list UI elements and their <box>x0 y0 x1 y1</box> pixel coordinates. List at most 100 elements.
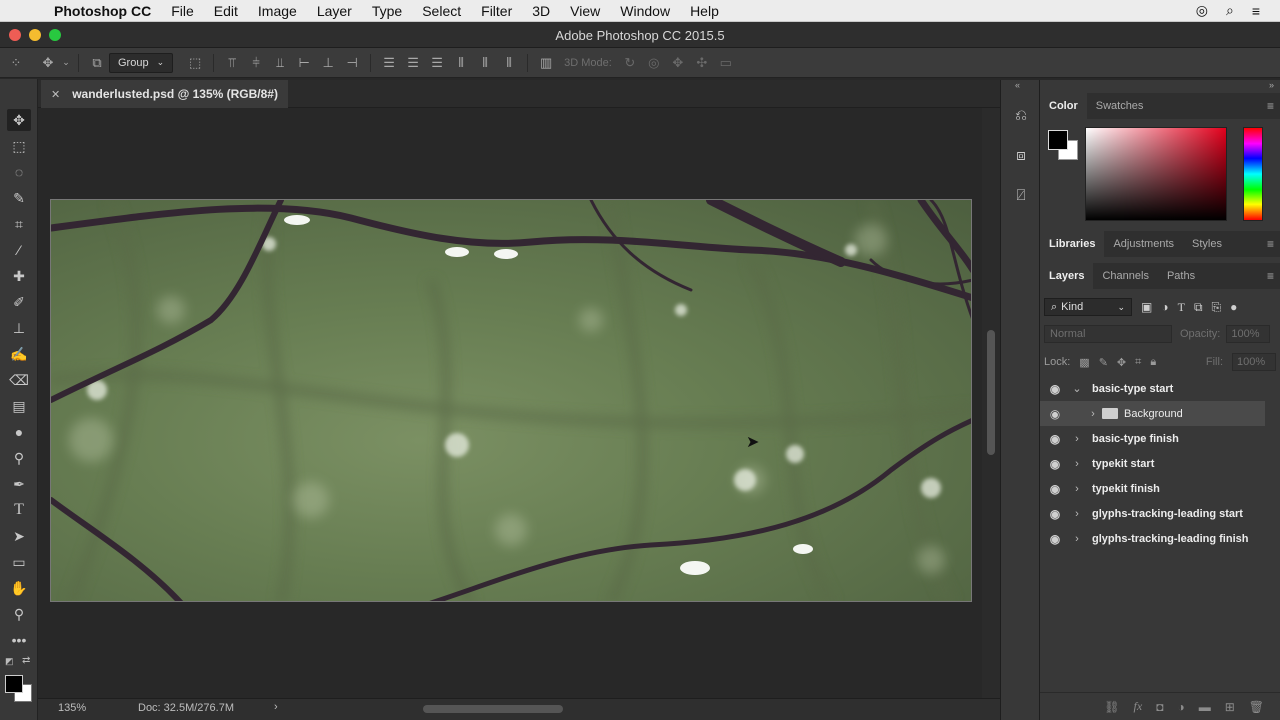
chevron-right-icon[interactable]: › <box>1070 433 1084 445</box>
roll-3d-icon[interactable]: ◎ <box>642 55 666 71</box>
menu-window[interactable]: Window <box>620 3 670 19</box>
chevron-down-icon[interactable]: ⌄ <box>60 57 72 68</box>
healing-brush-tool-icon[interactable]: ✚ <box>7 265 31 287</box>
dodge-tool-icon[interactable]: ⚲ <box>7 447 31 469</box>
menu-layer[interactable]: Layer <box>317 3 352 19</box>
creative-cloud-icon[interactable]: ◎ <box>1196 2 1208 19</box>
layer-row[interactable]: ◉ ⌄ basic-type start <box>1040 376 1265 401</box>
type-filter-icon[interactable]: T <box>1178 300 1185 315</box>
add-mask-icon[interactable]: ◘ <box>1156 700 1163 714</box>
chevron-right-icon[interactable]: › <box>1070 508 1084 520</box>
more-tools-icon[interactable]: ••• <box>7 629 31 651</box>
document-tab[interactable]: ✕ wanderlusted.psd @ 135% (RGB/8#) <box>41 80 288 108</box>
status-menu-icon[interactable]: › <box>274 701 278 713</box>
link-layers-icon[interactable]: ⛓︎ <box>1104 700 1119 714</box>
chevron-right-icon[interactable]: › <box>1070 483 1084 495</box>
tab-adjustments[interactable]: Adjustments <box>1104 231 1183 257</box>
tab-styles[interactable]: Styles <box>1183 231 1231 257</box>
layer-row[interactable]: ◉ › Background <box>1040 401 1265 426</box>
visibility-eye-icon[interactable]: ◉ <box>1040 457 1070 471</box>
default-colors-icon[interactable]: ◩ <box>5 656 14 667</box>
history-brush-tool-icon[interactable]: ✍ <box>7 343 31 365</box>
distribute-hcenter-icon[interactable]: ⫴ <box>473 55 497 71</box>
hue-slider[interactable] <box>1243 127 1263 221</box>
opacity-field[interactable]: 100% <box>1226 325 1271 343</box>
distribute-left-icon[interactable]: ⫴ <box>449 55 473 71</box>
foreground-color-swatch[interactable] <box>1048 130 1068 150</box>
lock-all-icon[interactable]: 🔒︎ <box>1150 356 1156 369</box>
foreground-color-swatch[interactable] <box>5 675 23 693</box>
lock-position-icon[interactable]: ✥ <box>1117 356 1126 369</box>
move-tool-icon[interactable]: ✥ <box>7 109 31 131</box>
chevron-right-icon[interactable]: › <box>1086 408 1100 420</box>
lock-pixels-icon[interactable]: ✎ <box>1099 356 1108 369</box>
new-layer-icon[interactable]: ⊞ <box>1225 700 1235 714</box>
menu-edit[interactable]: Edit <box>214 3 238 19</box>
layer-row[interactable]: ◉ › basic-type finish <box>1040 426 1265 451</box>
visibility-eye-icon[interactable]: ◉ <box>1040 482 1070 496</box>
character-panel-icon[interactable]: ⍁ <box>1009 184 1033 208</box>
delete-layer-icon[interactable]: 🗑︎ <box>1249 700 1264 714</box>
blend-mode-dropdown[interactable]: Normal <box>1044 325 1172 343</box>
menu-type[interactable]: Type <box>372 3 402 19</box>
history-panel-icon[interactable]: ⎌ <box>1009 104 1033 128</box>
vertical-scroll-thumb[interactable] <box>987 330 995 455</box>
document-canvas-image[interactable] <box>50 199 972 602</box>
menu-file[interactable]: File <box>171 3 194 19</box>
clone-stamp-tool-icon[interactable]: ⊥ <box>7 317 31 339</box>
drag-3d-icon[interactable]: ✥ <box>666 55 690 71</box>
zoom-tool-icon[interactable]: ⚲ <box>7 603 31 625</box>
distribute-top-icon[interactable]: ☰ <box>377 55 401 71</box>
quick-selection-tool-icon[interactable]: ✎ <box>7 187 31 209</box>
scale-3d-icon[interactable]: ▭ <box>714 55 738 71</box>
visibility-eye-icon[interactable]: ◉ <box>1040 407 1070 421</box>
chevron-right-icon[interactable]: › <box>1070 458 1084 470</box>
lasso-tool-icon[interactable]: ◌ <box>7 161 31 183</box>
lock-transparency-icon[interactable]: ▩ <box>1079 356 1089 369</box>
eraser-tool-icon[interactable]: ⌫ <box>7 369 31 391</box>
move-tool-preset-icon[interactable]: ✥ <box>36 55 60 71</box>
align-left-icon[interactable]: ⊢ <box>292 55 316 71</box>
orbit-3d-icon[interactable]: ↻ <box>618 55 642 71</box>
blur-tool-icon[interactable]: ● <box>7 421 31 443</box>
path-selection-tool-icon[interactable]: ➤ <box>7 525 31 547</box>
layer-row[interactable]: ◉ › typekit finish <box>1040 476 1265 501</box>
transform-controls-icon[interactable]: ⬚ <box>183 55 207 71</box>
app-menu[interactable]: Photoshop CC <box>54 3 151 19</box>
adjustment-filter-icon[interactable]: ◑ <box>1161 300 1168 314</box>
pen-tool-icon[interactable]: ✒ <box>7 473 31 495</box>
visibility-eye-icon[interactable]: ◉ <box>1040 532 1070 546</box>
collapse-dock-icon[interactable]: « <box>1015 80 1020 90</box>
panel-menu-icon[interactable]: ≡ <box>1267 269 1274 283</box>
vertical-scrollbar[interactable] <box>982 108 1000 698</box>
panel-menu-icon[interactable]: ≡ <box>1267 237 1274 251</box>
distribute-vcenter-icon[interactable]: ☰ <box>401 55 425 71</box>
eyedropper-tool-icon[interactable]: ⁄ <box>7 239 31 261</box>
filter-kind-dropdown[interactable]: ⌕ Kind ⌄ <box>1044 298 1132 316</box>
layer-row[interactable]: ◉ › typekit start <box>1040 451 1265 476</box>
pixel-filter-icon[interactable]: ▣ <box>1141 300 1152 314</box>
rectangle-tool-icon[interactable]: ▭ <box>7 551 31 573</box>
horizontal-scroll-thumb[interactable] <box>423 705 563 713</box>
tab-color[interactable]: Color <box>1040 93 1087 119</box>
auto-align-icon[interactable]: ▥ <box>534 55 558 71</box>
align-vcenter-icon[interactable]: ⫩ <box>244 55 268 71</box>
menu-filter[interactable]: Filter <box>481 3 512 19</box>
align-right-icon[interactable]: ⊣ <box>340 55 364 71</box>
layer-row[interactable]: ◉ › glyphs-tracking-leading finish <box>1040 526 1265 551</box>
layer-row[interactable]: ◉ › glyphs-tracking-leading start <box>1040 501 1265 526</box>
menu-select[interactable]: Select <box>422 3 461 19</box>
chevron-down-icon[interactable]: ⌄ <box>1070 382 1084 395</box>
smart-object-filter-icon[interactable]: ⎘ <box>1212 300 1222 315</box>
visibility-eye-icon[interactable]: ◉ <box>1040 382 1070 396</box>
collapse-panels-icon[interactable]: » <box>1269 80 1274 90</box>
brush-tool-icon[interactable]: ✐ <box>7 291 31 313</box>
distribute-right-icon[interactable]: ⫴ <box>497 55 521 71</box>
auto-select-icon[interactable]: ⧉ <box>85 55 109 71</box>
align-top-icon[interactable]: ⫪ <box>220 55 244 71</box>
slide-3d-icon[interactable]: ✣ <box>690 55 714 71</box>
notification-center-icon[interactable]: ≡ <box>1252 3 1260 19</box>
tab-paths[interactable]: Paths <box>1158 263 1204 289</box>
menu-help[interactable]: Help <box>690 3 719 19</box>
menu-view[interactable]: View <box>570 3 600 19</box>
